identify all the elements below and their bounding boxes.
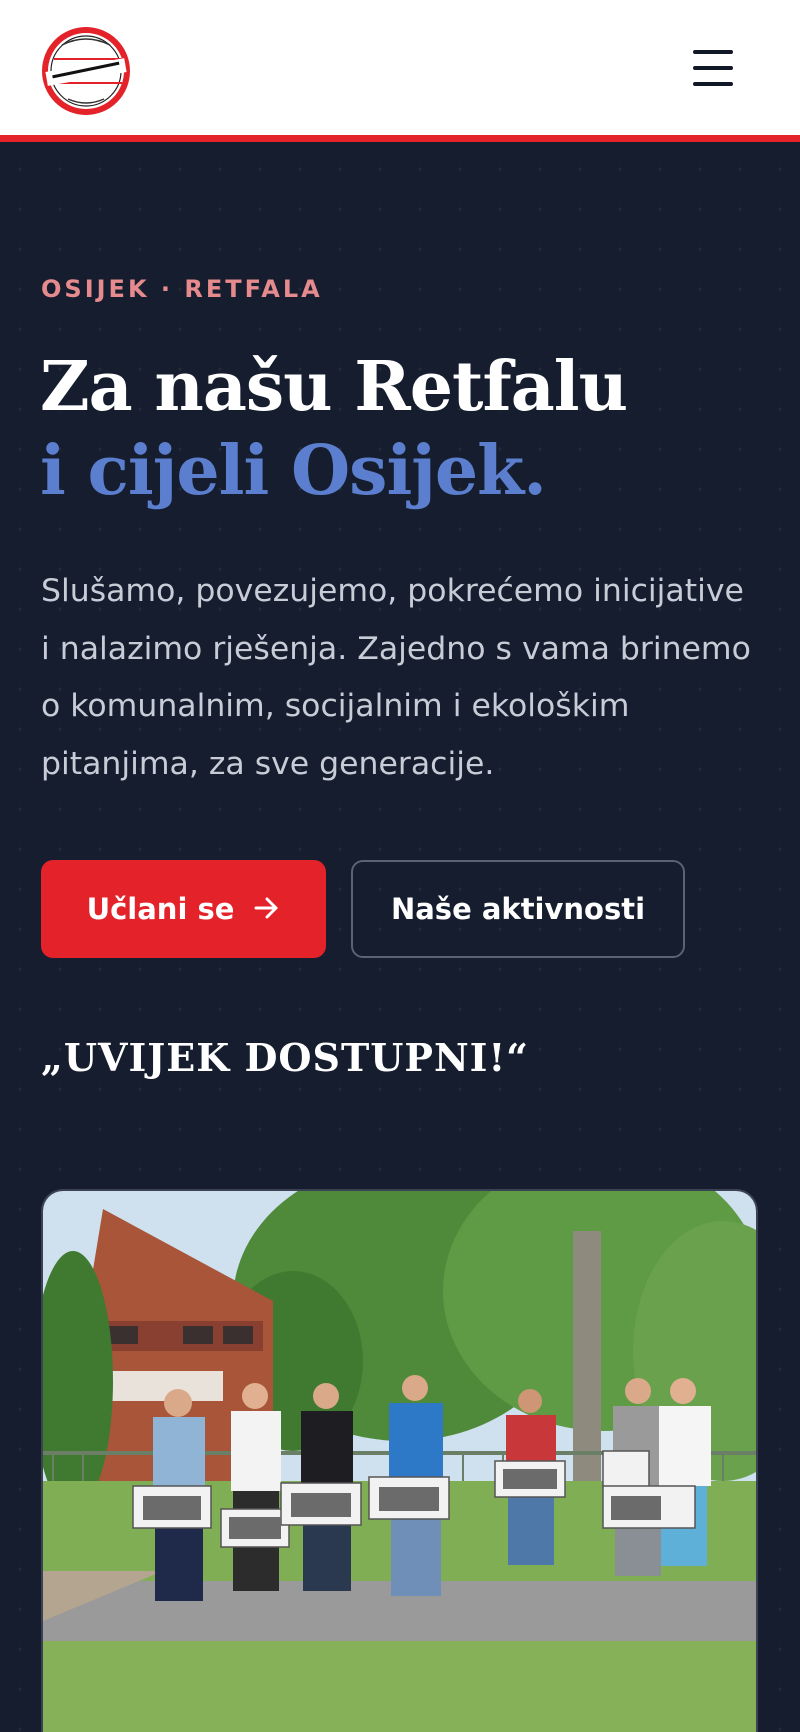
hero-lead: Slušamo, povezujemo, pokrećemo inicijati…: [41, 573, 751, 782]
join-button-label: Učlani se: [86, 892, 235, 926]
hamburger-menu-icon[interactable]: [688, 46, 738, 90]
menu-bar: [693, 82, 733, 86]
arrow-right-icon: [254, 892, 280, 927]
logo-seal[interactable]: [40, 25, 132, 117]
hero-title-line2: i cijeli Osijek.: [40, 431, 547, 511]
group-photo: [41, 1189, 758, 1732]
site-header: [0, 0, 800, 142]
hero-slogan: „UVIJEK DOSTUPNI!“: [41, 1035, 529, 1080]
hero-title-line1: Za našu Retfalu: [40, 347, 628, 427]
hero-eyebrow: OSIJEK · RETFALA: [41, 275, 323, 303]
logo-seal-icon: [42, 27, 130, 115]
menu-bar: [693, 66, 733, 70]
activities-button[interactable]: Naše aktivnosti: [351, 860, 685, 958]
join-button[interactable]: Učlani se: [41, 860, 326, 958]
hero-section: OSIJEK · RETFALA Za našu Retfalu i cijel…: [0, 149, 800, 1732]
hero-title: Za našu Retfalu i cijeli Osijek.: [40, 345, 760, 513]
activities-button-label: Naše aktivnosti: [390, 892, 646, 926]
group-photo-image: [43, 1191, 756, 1732]
menu-bar: [693, 50, 733, 54]
